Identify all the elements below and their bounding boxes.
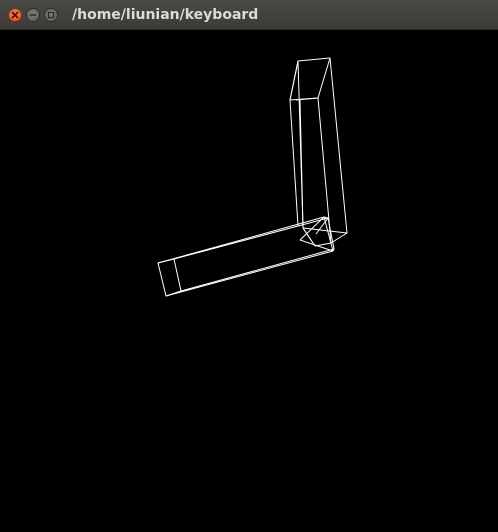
opengl-canvas[interactable] <box>0 30 498 532</box>
close-icon <box>11 11 19 19</box>
title-bar[interactable]: /home/liunian/keyboard <box>0 0 498 30</box>
maximize-icon <box>47 11 55 19</box>
upper-arm-wireframe <box>289 57 348 247</box>
wireframe-scene <box>157 57 348 297</box>
minimize-button[interactable] <box>26 8 40 22</box>
app-window: /home/liunian/keyboard <box>0 0 498 532</box>
window-title: /home/liunian/keyboard <box>72 7 259 23</box>
maximize-button[interactable] <box>44 8 58 22</box>
close-button[interactable] <box>8 8 22 22</box>
minimize-icon <box>29 14 37 16</box>
